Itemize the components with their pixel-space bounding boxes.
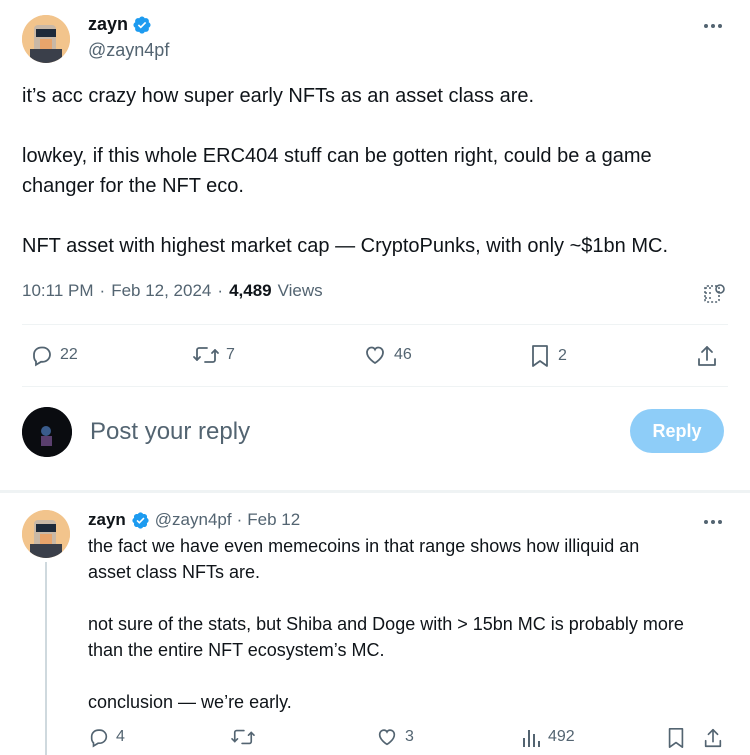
repost-action[interactable] [230,726,262,748]
reply-action[interactable]: 4 [88,726,125,748]
like-action[interactable]: 46 [362,343,412,367]
separator-dot: · [236,510,243,529]
reply-button[interactable]: Reply [630,409,724,453]
author-handle[interactable]: @zayn4pf [88,40,169,61]
separator-dot: · [217,281,224,300]
thread-line [45,562,47,755]
heart-icon [375,726,399,748]
bookmark-icon[interactable] [665,726,687,750]
divider [0,490,750,493]
reply-input[interactable]: Post your reply [90,418,250,446]
heart-icon [362,343,388,367]
reply-count: 4 [116,728,125,745]
reply-icon [30,343,54,367]
bookmark-icon [528,343,552,369]
divider [22,386,728,387]
reply-count: 22 [60,346,78,363]
current-user-avatar[interactable] [22,407,72,457]
share-icon[interactable] [695,343,719,369]
tweet-date[interactable]: Feb 12, 2024 [111,281,211,301]
reply-author-handle[interactable]: @zayn4pf [155,510,232,530]
author-name-row[interactable]: zayn [88,14,152,35]
reply-date[interactable]: Feb 12 [247,510,300,530]
repost-icon [192,343,220,367]
tweet-meta: 10:11 PM · Feb 12, 2024 · 4,489 Views [22,281,323,301]
repost-count: 7 [226,346,235,363]
divider [22,324,728,325]
share-icon[interactable] [702,726,724,750]
repost-icon [230,726,256,748]
verified-badge-icon [131,511,150,530]
like-count: 46 [394,346,412,363]
views-count: 4,489 [229,281,272,300]
tweet-time[interactable]: 10:11 PM [22,281,94,301]
like-action[interactable]: 3 [375,726,414,748]
reply-author-name[interactable]: zayn [88,510,126,530]
analytics-icon [522,726,542,748]
more-options-icon[interactable] [702,18,724,34]
reply-header: zayn @zayn4pf · Feb 12 [88,510,300,530]
reply-action[interactable]: 22 [30,343,78,367]
like-count: 3 [405,728,414,745]
views-label: Views [277,281,323,300]
bookmark-count: 2 [558,347,567,364]
separator-dot: · [99,281,106,300]
verified-badge-icon [132,15,152,35]
reply-author-avatar[interactable] [22,510,70,558]
tweet-text: it’s acc crazy how super early NFTs as a… [22,85,669,257]
author-avatar[interactable] [22,15,70,63]
bookmark-action[interactable]: 2 [528,343,567,369]
views-action[interactable]: 492 [522,726,575,748]
reply-text: the fact we have even memecoins in that … [88,536,684,712]
reply-icon [88,726,110,748]
more-options-icon[interactable] [702,514,724,530]
author-name[interactable]: zayn [88,14,128,35]
repost-action[interactable]: 7 [192,343,235,367]
grok-analyze-icon[interactable] [702,282,726,306]
views-count: 492 [548,728,575,745]
